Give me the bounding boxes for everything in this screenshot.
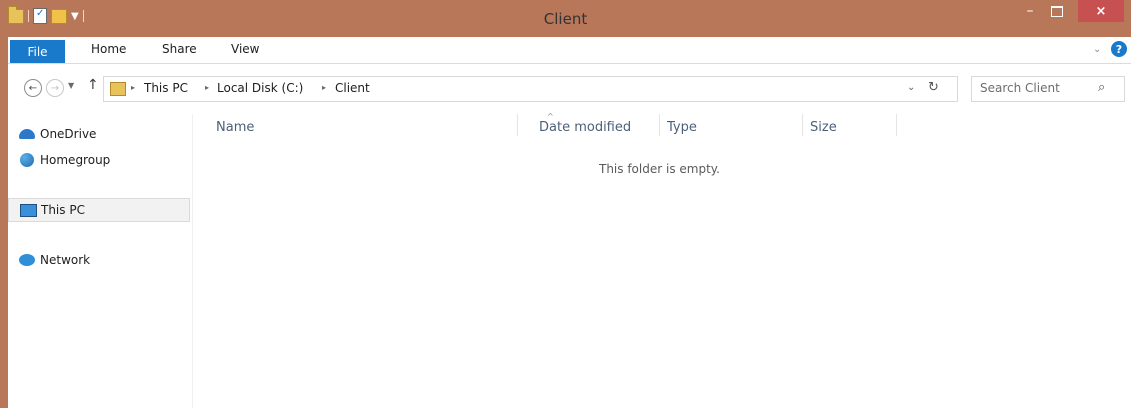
toolbar-divider [28,10,29,22]
tab-share[interactable]: Share [162,42,197,56]
customize-toolbar-icon[interactable]: ▼ [71,11,79,22]
empty-folder-message: This folder is empty. [599,162,720,176]
navigation-pane: OneDrive Homegroup This PC Network [8,114,193,408]
tab-file[interactable]: File [10,40,65,63]
homegroup-icon [18,152,36,168]
column-divider[interactable] [802,114,803,136]
this-pc-icon [19,202,37,218]
tab-view[interactable]: View [231,42,259,56]
nav-item-label: This PC [41,203,85,217]
new-folder-icon[interactable] [51,8,67,24]
window-frame-left [0,0,8,408]
help-icon[interactable]: ? [1111,41,1127,57]
column-header-date-modified[interactable]: Date modified [539,120,631,135]
address-bar[interactable]: ▸ This PC ▸ Local Disk (C:) ▸ Client ⌄ ↻ [103,76,958,102]
address-row: ← → ▼ ↑ ▸ This PC ▸ Local Disk (C:) ▸ Cl… [8,76,1131,104]
back-arrow-icon: ← [28,82,38,94]
address-dropdown-icon[interactable]: ⌄ [907,82,915,93]
nav-item-network[interactable]: Network [8,249,190,271]
nav-item-label: OneDrive [40,127,97,141]
breadcrumb-separator-icon[interactable]: ▸ [205,83,209,92]
search-box[interactable]: ⌕ [971,76,1125,102]
expand-ribbon-icon[interactable]: ⌄ [1093,44,1101,55]
column-header-type[interactable]: Type [667,120,697,135]
close-icon: × [1095,3,1107,19]
forward-arrow-icon: → [50,82,60,94]
close-button[interactable]: × [1078,0,1124,22]
search-input[interactable] [980,81,1090,95]
maximize-button[interactable] [1043,0,1070,22]
title-bar[interactable]: ▼ Client – × [0,0,1131,37]
forward-button[interactable]: → [46,79,64,97]
back-button[interactable]: ← [24,79,42,97]
breadcrumb-client[interactable]: Client [335,81,370,95]
minimize-button[interactable]: – [1017,0,1043,22]
nav-item-label: Homegroup [40,153,111,167]
nav-item-label: Network [40,253,91,267]
breadcrumb-this-pc[interactable]: This PC [144,81,188,95]
up-button[interactable]: ↑ [87,77,99,93]
file-list: ^ Name Date modified Type Size This fold… [193,112,1131,408]
tab-home[interactable]: Home [91,42,126,56]
refresh-icon[interactable]: ↻ [928,80,939,95]
ribbon-tabs: File Home Share View ⌄ ? [8,37,1131,64]
quick-access-toolbar: ▼ [8,5,84,26]
search-icon[interactable]: ⌕ [1098,80,1105,95]
nav-item-this-pc[interactable]: This PC [8,198,190,222]
breadcrumb-separator-icon[interactable]: ▸ [131,83,135,92]
toolbar-divider [82,10,84,22]
breadcrumb-separator-icon[interactable]: ▸ [322,83,326,92]
column-header-name[interactable]: Name [216,120,254,135]
network-icon [18,252,36,268]
folder-icon[interactable] [8,5,24,24]
nav-item-onedrive[interactable]: OneDrive [8,123,190,145]
recent-locations-icon[interactable]: ▼ [68,81,74,90]
breadcrumb-local-disk[interactable]: Local Disk (C:) [217,81,303,95]
window-title: Client [543,10,588,28]
minimize-icon: – [1026,3,1034,19]
onedrive-icon [18,126,36,142]
column-divider[interactable] [659,114,660,136]
folder-icon [110,82,126,96]
column-divider[interactable] [896,114,897,136]
column-header-size[interactable]: Size [810,120,837,135]
column-divider[interactable] [517,114,518,136]
properties-icon[interactable] [33,8,47,24]
maximize-icon [1050,5,1063,17]
nav-item-homegroup[interactable]: Homegroup [8,149,190,171]
